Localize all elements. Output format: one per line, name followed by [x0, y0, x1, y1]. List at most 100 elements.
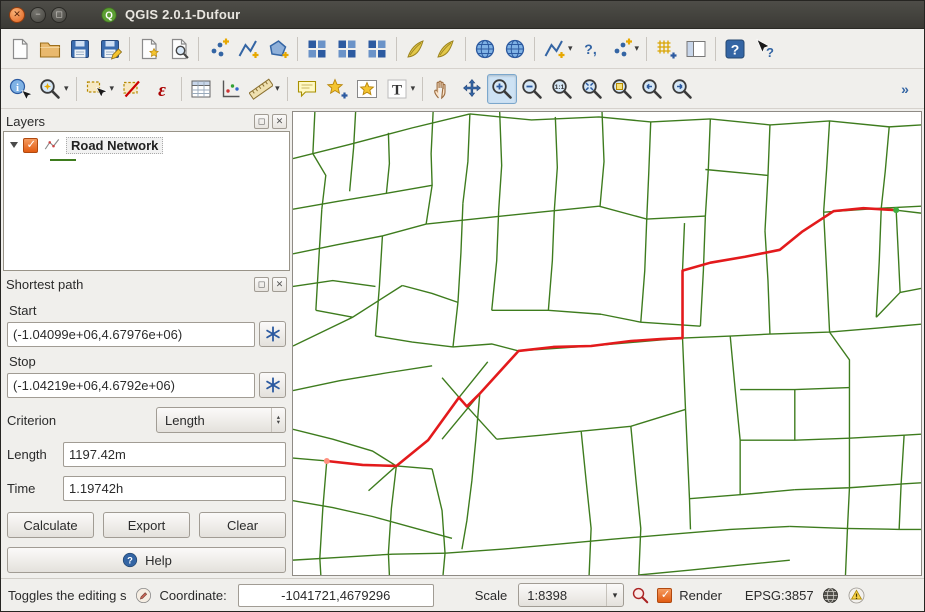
road-line — [790, 526, 921, 529]
whats-this-button[interactable] — [750, 34, 780, 64]
capture-point-button[interactable] — [203, 34, 233, 64]
coordinate-capture-button[interactable]: ▾ — [606, 34, 643, 64]
coordinate-input[interactable]: -1041721,4679296 — [238, 584, 434, 607]
window-close-button[interactable]: ✕ — [9, 7, 25, 23]
scale-select[interactable]: 1:8398 ▾ — [518, 583, 624, 607]
measure-button-dropdown[interactable]: ▾ — [275, 83, 280, 94]
change-label-button[interactable] — [431, 34, 461, 64]
spinner-arrows-icon[interactable]: ▴▾ — [271, 408, 285, 432]
add-grid-button[interactable] — [651, 34, 681, 64]
layer-visibility-checkbox[interactable] — [23, 138, 38, 153]
pan-map-button[interactable] — [427, 74, 457, 104]
attributes-toolbar: ▾ ▾ ▾ ▾ » — [1, 69, 924, 109]
stop-value: (-1.04219e+06,4.6792e+06) — [13, 378, 175, 393]
toolbar-separator — [646, 37, 647, 61]
stop-capture-button[interactable] — [259, 372, 286, 398]
layers-panel-header: Layers ◻ ✕ — [3, 111, 290, 131]
identify-features-button[interactable] — [5, 74, 35, 104]
clear-button[interactable]: Clear — [199, 512, 286, 538]
labeling-button[interactable] — [401, 34, 431, 64]
select-by-expression-button[interactable] — [147, 74, 177, 104]
new-print-composer-button[interactable] — [134, 34, 164, 64]
coordinate-capture-button-dropdown[interactable]: ▾ — [635, 43, 640, 54]
offset-curve-button[interactable] — [362, 34, 392, 64]
simplify-feature-button-dropdown[interactable]: ▾ — [568, 43, 573, 54]
shortest-path-float-button[interactable]: ◻ — [254, 277, 269, 292]
openstreetmap-button[interactable] — [470, 34, 500, 64]
measure-button[interactable]: ▾ — [246, 74, 283, 104]
capture-line-button[interactable] — [233, 34, 263, 64]
calculate-button[interactable]: Calculate — [7, 512, 94, 538]
zoom-to-feature-button-dropdown[interactable]: ▾ — [64, 83, 69, 94]
render-checkbox[interactable] — [657, 588, 672, 603]
help-contents-button[interactable] — [720, 34, 750, 64]
layer-item-road-network[interactable]: Road Network — [4, 132, 289, 156]
map-tips-button[interactable] — [292, 74, 322, 104]
new-project-button[interactable] — [5, 34, 35, 64]
zoom-out-button[interactable] — [517, 74, 547, 104]
road-line — [432, 469, 445, 575]
map-canvas[interactable] — [292, 111, 922, 576]
web-services-button[interactable] — [500, 34, 530, 64]
capture-polygon-button[interactable] — [263, 34, 293, 64]
road-line — [740, 388, 849, 390]
scale-lock-icon[interactable] — [631, 586, 650, 605]
select-features-button[interactable]: ▾ — [81, 74, 118, 104]
layer-expander-icon[interactable] — [10, 142, 18, 148]
move-feature-button[interactable] — [302, 34, 332, 64]
crs-status-icon[interactable] — [821, 586, 840, 605]
road-line — [470, 114, 710, 122]
criterion-select[interactable]: Length ▴▾ — [156, 407, 286, 433]
composer-manager-button[interactable] — [164, 34, 194, 64]
editing-indicator-icon[interactable] — [134, 586, 153, 605]
road-line — [445, 539, 611, 553]
window-maximize-button[interactable]: ◻ — [51, 7, 67, 23]
window-minimize-button[interactable]: − — [30, 7, 46, 23]
save-project-as-button[interactable] — [95, 34, 125, 64]
toolbar-overflow-button-glyph: » — [901, 81, 909, 97]
attribute-table-button[interactable] — [186, 74, 216, 104]
log-messages-icon[interactable] — [847, 586, 866, 605]
show-bookmarks-button[interactable] — [352, 74, 382, 104]
stop-input[interactable]: (-1.04219e+06,4.6792e+06) — [7, 373, 255, 398]
toolbar-separator — [297, 37, 298, 61]
zoom-native-button[interactable] — [547, 74, 577, 104]
pan-to-selection-button[interactable] — [457, 74, 487, 104]
osm-place-search-button[interactable]: ?, — [576, 34, 606, 64]
road-line — [795, 483, 921, 490]
zoom-next-button[interactable] — [667, 74, 697, 104]
simplify-feature-button[interactable]: ▾ — [539, 34, 576, 64]
help-button[interactable]: Help — [7, 547, 286, 573]
dock-panels-button[interactable] — [681, 34, 711, 64]
open-project-button[interactable] — [35, 34, 65, 64]
deselect-all-button[interactable] — [117, 74, 147, 104]
time-value: 1.19742h — [69, 481, 123, 496]
zoom-in-button[interactable] — [487, 74, 517, 104]
text-annotation-button-dropdown[interactable]: ▾ — [411, 83, 416, 94]
toolbar-overflow-button[interactable]: » — [890, 74, 920, 104]
export-button[interactable]: Export — [103, 512, 190, 538]
new-bookmark-button[interactable] — [322, 74, 352, 104]
shortest-path-close-button[interactable]: ✕ — [272, 277, 287, 292]
zoom-to-feature-button[interactable]: ▾ — [35, 74, 72, 104]
statistical-summary-button[interactable] — [216, 74, 246, 104]
road-line — [316, 209, 322, 310]
time-output[interactable]: 1.19742h — [63, 476, 286, 501]
zoom-to-selection-button[interactable] — [607, 74, 637, 104]
layers-panel-float-button[interactable]: ◻ — [254, 114, 269, 129]
path-end-marker — [893, 207, 899, 213]
select-features-button-dropdown[interactable]: ▾ — [110, 83, 115, 94]
layers-panel-close-button[interactable]: ✕ — [272, 114, 287, 129]
length-output[interactable]: 1197.42m — [63, 442, 286, 467]
save-project-button[interactable] — [65, 34, 95, 64]
scale-dropdown-icon[interactable]: ▾ — [606, 584, 624, 606]
node-tool-button[interactable] — [332, 34, 362, 64]
stop-label: Stop — [9, 354, 286, 369]
zoom-last-button[interactable] — [637, 74, 667, 104]
zoom-full-button[interactable] — [577, 74, 607, 104]
start-capture-button[interactable] — [259, 321, 286, 347]
text-annotation-button[interactable]: ▾ — [382, 74, 419, 104]
road-line — [641, 219, 647, 322]
road-line — [740, 434, 921, 440]
start-input[interactable]: (-1.04099e+06,4.67976e+06) — [7, 322, 255, 347]
